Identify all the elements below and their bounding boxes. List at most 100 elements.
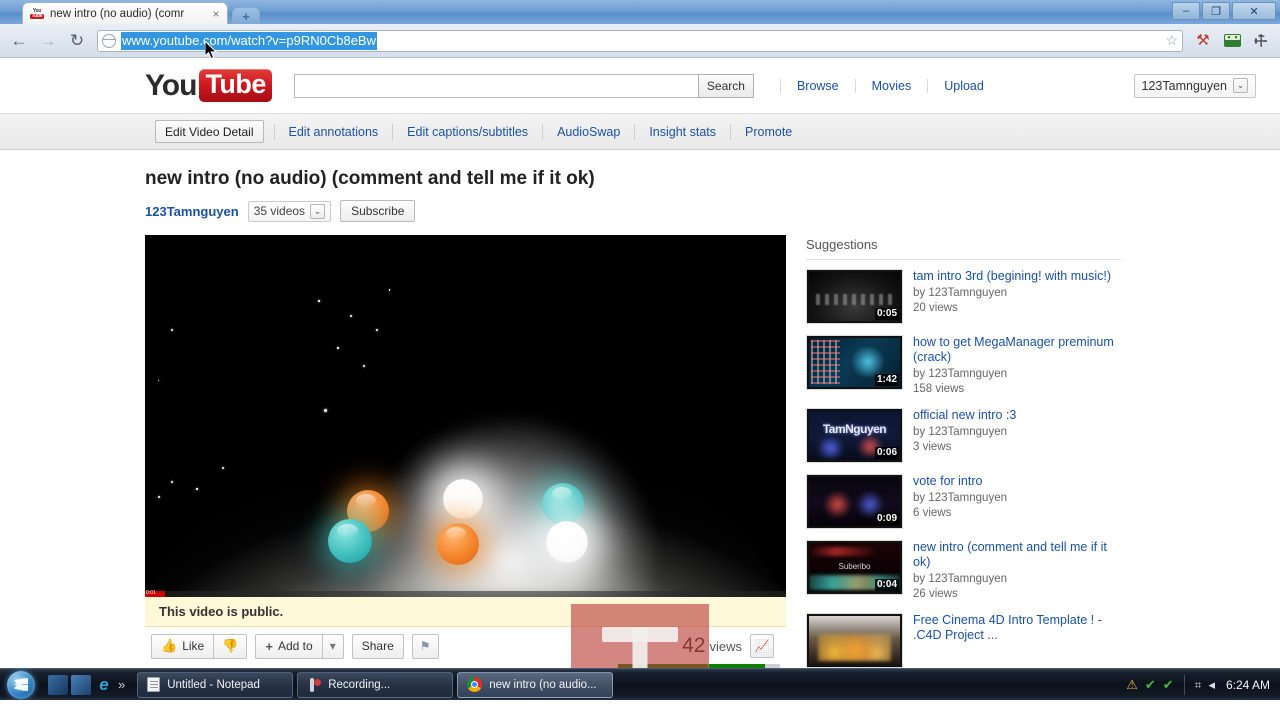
restore-button[interactable]: ❐ [1202,2,1230,20]
star-particle [157,495,160,498]
list-item[interactable]: Free Cinema 4D Intro Template ! - .C4D P… [806,613,1121,668]
internet-explorer-icon[interactable]: e [94,675,114,695]
suggestion-title[interactable]: Free Cinema 4D Intro Template ! - .C4D P… [913,613,1121,643]
suggestion-author: by 123Tamnguyen [913,287,1007,299]
red-extension-icon[interactable]: ⚒ [1192,30,1214,52]
volume-icon[interactable]: ◂ [1208,678,1215,691]
user-account-menu[interactable]: 123Tamnguyen ⌄ [1133,73,1256,98]
like-button[interactable]: 👍 Like [151,633,215,659]
show-desktop-icon[interactable] [48,674,68,695]
add-to-dropdown[interactable]: ▾ [322,633,344,659]
forward-icon[interactable]: → [37,30,59,52]
overflow-chevron-icon[interactable]: » [118,677,125,692]
green-extension-icon[interactable] [1221,30,1243,52]
duration-badge: 0:06 [874,447,899,459]
taskbar-item-notepad[interactable]: Untitled - Notepad [137,671,294,698]
browser-title-bar: You Tube new intro (no audio) (comr × + … [0,0,1280,24]
suggestion-views: 26 views [913,588,958,600]
list-item[interactable]: 0:09 vote for intro by 123Tamnguyen 6 vi… [806,474,1121,529]
windows-taskbar: e » Untitled - Notepad Recording... new … [0,668,1280,700]
window-controls: – ❐ ✕ [1172,2,1276,20]
player-progress-bar[interactable]: 0:01 [145,590,786,597]
header-link-browse[interactable]: Browse [779,78,855,93]
flag-icon: ⚑ [419,639,431,653]
suggestion-author: by 123Tamnguyen [913,368,1007,380]
suggestion-title[interactable]: tam intro 3rd (begining! with music!) [913,269,1121,284]
suggestion-thumbnail[interactable]: TamNguyen 0:06 [806,408,903,463]
minimize-button[interactable]: – [1172,2,1200,20]
favicon-tube-text: Tube [30,12,44,19]
chevron-down-icon[interactable]: ⌄ [1233,78,1248,93]
browser-tab[interactable]: You Tube new intro (no audio) (comr × [22,2,228,24]
player-and-sidebar: 0:01 This video is public. 👍 Like 👎 + Ad… [145,235,1280,683]
thumbnail-art [809,616,900,665]
address-bar[interactable]: www.youtube.com/watch?v=p9RN0Cb8eBw ☆ [97,29,1183,52]
uploader-link[interactable]: 123Tamnguyen [145,204,239,219]
header-link-movies[interactable]: Movies [854,78,928,93]
suggestion-title[interactable]: how to get MegaManager preminum (crack) [913,335,1121,365]
system-tray: ⚠ ✔ ✔ ⌗ ◂ 6:24 AM [1126,674,1280,695]
header-link-upload[interactable]: Upload [927,78,1000,93]
taskbar-item-chrome[interactable]: new intro (no audio... [457,671,614,698]
suggestion-thumbnail[interactable]: 1:42 [806,335,903,390]
system-clock[interactable]: 6:24 AM [1222,678,1270,692]
suggestion-title[interactable]: new intro (comment and tell me if it ok) [913,540,1121,570]
start-button[interactable] [2,670,40,700]
network-icon[interactable]: ⌗ [1195,679,1202,691]
windows-logo-icon [7,670,35,699]
antivirus-icon[interactable]: ✔ [1145,678,1156,691]
chevron-down-icon[interactable]: ⌄ [310,203,326,219]
flag-button[interactable]: ⚑ [411,633,439,659]
thumbnail-text: TamNguyen [822,421,887,436]
subnav-audioswap[interactable]: AudioSwap [542,123,634,140]
subnav-promote[interactable]: Promote [730,123,806,140]
url-text[interactable]: www.youtube.com/watch?v=p9RN0Cb8eBw [121,31,377,50]
suggestion-thumbnail[interactable]: 0:05 [806,269,903,324]
suggestion-title[interactable]: official new intro :3 [913,408,1121,423]
star-particle [221,466,224,469]
statistics-icon[interactable]: 📈 [750,634,774,658]
subnav-edit-captions[interactable]: Edit captions/subtitles [392,123,542,140]
search-area: Search [293,73,754,98]
close-icon[interactable]: × [209,7,223,21]
star-particle [170,481,173,484]
suggestion-views: 20 views [913,302,958,314]
video-player[interactable]: 0:01 [145,235,786,597]
close-window-button[interactable]: ✕ [1232,2,1276,20]
suggestion-thumbnail[interactable] [806,613,903,668]
plus-icon: + [265,638,273,654]
videos-count-dropdown[interactable]: 35 videos ⌄ [247,200,332,222]
subscribe-button[interactable]: Subscribe [340,200,416,222]
taskbar-label: new intro (no audio... [489,678,597,691]
switch-window-icon[interactable] [71,674,91,695]
new-tab-button[interactable]: + [232,7,260,24]
thumbs-down-icon: 👎 [222,638,239,653]
suggestion-meta: how to get MegaManager preminum (crack) … [913,335,1121,397]
suggestion-title[interactable]: vote for intro [913,474,1121,489]
list-item[interactable]: Suberibo 0:04 new intro (comment and tel… [806,540,1121,602]
page-title: new intro (no audio) (comment and tell m… [145,168,595,189]
subnav-edit-annotations[interactable]: Edit annotations [273,123,393,140]
taskbar-item-recording[interactable]: Recording... [297,671,454,698]
dislike-button[interactable]: 👎 [214,633,248,659]
list-item[interactable]: TamNguyen 0:06 official new intro :3 by … [806,408,1121,463]
suggestion-thumbnail[interactable]: Suberibo 0:04 [806,540,903,595]
reload-icon[interactable]: ↻ [66,30,88,52]
youtube-logo[interactable]: You Tube [145,69,272,103]
thumbnail-art: 0:05 [809,272,900,321]
bookmark-star-icon[interactable]: ☆ [1165,32,1178,49]
suggestion-thumbnail[interactable]: 0:09 [806,474,903,529]
share-button[interactable]: Share [351,633,404,659]
action-center-icon[interactable]: ⚠ [1126,678,1138,691]
search-input[interactable] [293,73,698,98]
list-item[interactable]: 0:05 tam intro 3rd (begining! with music… [806,269,1121,324]
back-icon[interactable]: ← [8,30,30,52]
list-item[interactable]: 1:42 how to get MegaManager preminum (cr… [806,335,1121,397]
wrench-menu-icon[interactable]: ⚒ [1250,30,1273,52]
suggestion-meta: tam intro 3rd (begining! with music!) by… [913,269,1121,324]
security-check-icon[interactable]: ✔ [1163,678,1174,691]
add-to-button[interactable]: + Add to [255,633,323,659]
subnav-edit-video-detail[interactable]: Edit Video Detail [155,120,264,143]
subnav-insight-stats[interactable]: Insight stats [634,123,730,140]
search-button[interactable]: Search [697,73,754,98]
